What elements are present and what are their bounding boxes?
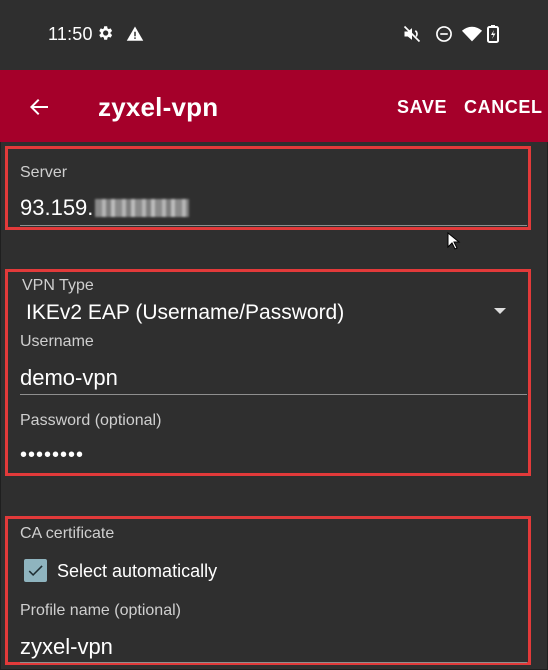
profile-name-field-underline <box>20 662 527 663</box>
gear-icon <box>96 24 114 42</box>
vpn-type-selected-value: IKEv2 EAP (Username/Password) <box>26 301 345 324</box>
profile-name-value: zyxel-vpn <box>20 634 113 659</box>
vpn-type-select[interactable]: IKEv2 EAP (Username/Password) <box>22 297 522 329</box>
username-value: demo-vpn <box>20 365 118 390</box>
back-button[interactable] <box>22 90 56 124</box>
server-value: 93.159. <box>20 195 94 220</box>
checkmark-icon <box>28 565 43 577</box>
profile-name-field[interactable]: zyxel-vpn <box>20 634 113 660</box>
do-not-disturb-icon <box>434 24 454 44</box>
warning-icon <box>126 25 144 43</box>
cancel-button[interactable]: CANCEL <box>464 97 543 118</box>
mute-icon <box>402 24 422 44</box>
mouse-cursor-icon <box>447 232 461 250</box>
password-value: •••••••• <box>20 444 85 466</box>
server-field[interactable]: 93.159. <box>20 195 190 221</box>
status-time: 11:50 <box>48 24 93 44</box>
arrow-back-icon <box>30 99 48 115</box>
profile-name-label: Profile name (optional) <box>20 602 181 619</box>
username-field-underline <box>20 394 527 395</box>
vpn-type-label: VPN Type <box>22 277 94 294</box>
username-label: Username <box>20 333 94 350</box>
battery-icon <box>486 24 500 44</box>
redacted-server-octets <box>95 199 190 217</box>
status-bar: 11:50 <box>0 0 548 70</box>
chevron-down-icon <box>494 308 506 314</box>
server-field-underline <box>20 225 527 226</box>
select-automatically-checkbox[interactable] <box>24 559 47 582</box>
app-bar: zyxel-vpn SAVE CANCEL <box>0 70 548 142</box>
app-bar-title: zyxel-vpn <box>98 92 219 122</box>
username-field[interactable]: demo-vpn <box>20 365 118 391</box>
ca-certificate-label: CA certificate <box>20 525 115 542</box>
save-button[interactable]: SAVE <box>397 97 447 118</box>
server-label: Server <box>20 164 68 181</box>
wifi-icon <box>461 24 483 44</box>
password-field[interactable]: •••••••• <box>20 444 84 467</box>
select-automatically-label[interactable]: Select automatically <box>57 561 217 582</box>
password-label: Password (optional) <box>20 412 162 429</box>
